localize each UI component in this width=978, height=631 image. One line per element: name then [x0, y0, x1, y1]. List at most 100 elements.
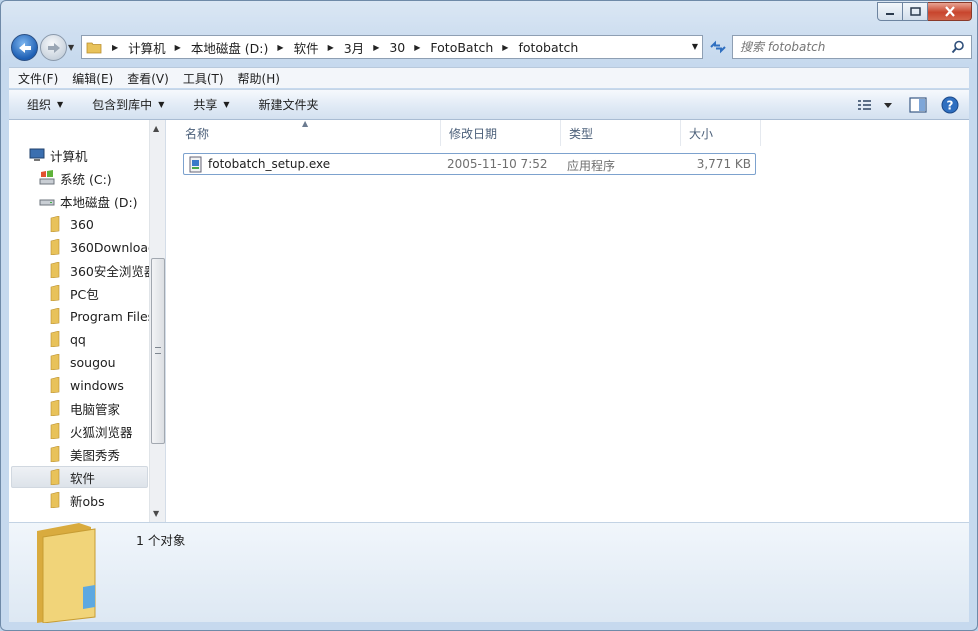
dropdown-arrow-icon: ▼: [223, 100, 230, 109]
file-size: 3,771 KB: [696, 157, 751, 171]
menu-edit[interactable]: 编辑(E): [63, 70, 118, 87]
tree-item-folder[interactable]: 美图秀秀: [49, 443, 120, 465]
new-folder-button[interactable]: 新建文件夹: [241, 96, 330, 113]
include-library-label: 包含到库中: [92, 98, 153, 112]
tree-item-folder[interactable]: 360Download: [49, 236, 156, 258]
menu-bar: 文件(F) 编辑(E) 查看(V) 工具(T) 帮助(H): [9, 67, 969, 88]
menu-file[interactable]: 文件(F): [9, 70, 63, 87]
tree-item-folder[interactable]: 火狐浏览器: [49, 420, 133, 442]
share-button[interactable]: 共享 ▼: [175, 96, 240, 113]
column-header-modified[interactable]: 修改日期: [441, 120, 561, 146]
tree-item-folder[interactable]: windows: [49, 374, 124, 396]
scroll-down-icon[interactable]: ▼: [153, 509, 159, 518]
breadcrumb-item[interactable]: 3月: [344, 38, 364, 57]
minimize-button[interactable]: [877, 2, 903, 21]
maximize-icon: [909, 7, 921, 16]
address-history-dropdown[interactable]: ▼: [692, 42, 698, 51]
breadcrumb-item[interactable]: 30: [389, 40, 405, 55]
tree-item-folder[interactable]: 电脑管家: [49, 397, 120, 419]
refresh-button[interactable]: [706, 35, 730, 59]
folder-icon: [49, 308, 65, 324]
breadcrumb-item[interactable]: fotobatch: [518, 40, 578, 55]
folder-icon: [49, 331, 65, 347]
search-icon[interactable]: [951, 40, 965, 54]
tree-item-folder[interactable]: 360安全浏览器: [49, 259, 156, 281]
tree-item-local-drive[interactable]: 本地磁盘 (D:): [39, 190, 138, 212]
close-button[interactable]: [928, 2, 972, 21]
column-header-label: 名称: [185, 126, 210, 141]
tree-item-folder[interactable]: 新obs: [49, 489, 105, 511]
forward-arrow-icon: [47, 42, 60, 53]
help-button[interactable]: ?: [939, 95, 961, 115]
include-library-button[interactable]: 包含到库中 ▼: [74, 96, 175, 113]
tree-item-system-drive[interactable]: 系统 (C:): [39, 167, 112, 189]
scrollbar-thumb[interactable]: [151, 258, 165, 444]
breadcrumb: ▶ 计算机 ▶ 本地磁盘 (D:) ▶ 软件 ▶ 3月 ▶ 30 ▶ FotoB…: [110, 38, 578, 57]
forward-button[interactable]: [40, 34, 67, 61]
new-folder-label: 新建文件夹: [258, 98, 319, 112]
minimize-icon: [886, 12, 894, 15]
organize-button[interactable]: 组织 ▼: [9, 96, 74, 113]
menu-help[interactable]: 帮助(H): [229, 70, 285, 87]
breadcrumb-separator[interactable]: ▶: [414, 43, 420, 52]
view-options-button[interactable]: [857, 95, 897, 115]
address-bar[interactable]: ▶ 计算机 ▶ 本地磁盘 (D:) ▶ 软件 ▶ 3月 ▶ 30 ▶ FotoB…: [81, 35, 703, 59]
breadcrumb-item[interactable]: FotoBatch: [430, 40, 493, 55]
breadcrumb-separator[interactable]: ▶: [502, 43, 508, 52]
preview-pane-button[interactable]: [907, 95, 929, 115]
tree-item-label: Program Files: [70, 308, 155, 324]
search-input[interactable]: [740, 40, 940, 54]
tree-item-label: 系统 (C:): [60, 171, 112, 187]
scrollbar-grip-icon: [155, 347, 161, 354]
breadcrumb-item[interactable]: 计算机: [128, 38, 166, 57]
tree-item-folder[interactable]: PC包: [49, 282, 99, 304]
file-name: fotobatch_setup.exe: [208, 157, 331, 171]
tree-item-label: 电脑管家: [70, 401, 121, 417]
back-button[interactable]: [11, 34, 38, 61]
file-type: 应用程序: [567, 159, 616, 173]
tree-item-computer[interactable]: 计算机: [29, 144, 88, 166]
breadcrumb-separator[interactable]: ▶: [277, 43, 283, 52]
column-header-name[interactable]: ▲ 名称: [177, 119, 441, 146]
menu-tools[interactable]: 工具(T): [174, 70, 229, 87]
folder-icon: [49, 446, 65, 462]
share-label: 共享: [193, 98, 218, 112]
tree-item-folder[interactable]: sougou: [49, 351, 116, 373]
main-area: 计算机 系统 (C:) 本地磁盘 (D:) 360 360Download 36…: [9, 119, 969, 522]
recent-pages-dropdown[interactable]: ▼: [68, 43, 74, 52]
tree-item-folder-selected[interactable]: 软件: [11, 466, 148, 488]
column-header-size[interactable]: 大小: [681, 120, 761, 146]
tree-item-label: 360: [70, 216, 94, 232]
breadcrumb-separator[interactable]: ▶: [112, 43, 118, 52]
navigation-scrollbar[interactable]: ▲ ▼: [149, 120, 165, 522]
tree-item-folder[interactable]: Program Files: [49, 305, 154, 327]
breadcrumb-separator[interactable]: ▶: [175, 43, 181, 52]
maximize-button[interactable]: [903, 2, 928, 21]
breadcrumb-item[interactable]: 软件: [294, 38, 319, 57]
scroll-up-icon[interactable]: ▲: [153, 124, 159, 133]
folder-icon: [49, 492, 65, 508]
organize-label: 组织: [27, 98, 52, 112]
tree-item-label: 360安全浏览器: [70, 263, 157, 279]
file-row[interactable]: fotobatch_setup.exe 2005-11-10 7:52 应用程序…: [183, 153, 756, 175]
explorer-window: ▼ ▶ 计算机 ▶ 本地磁盘 (D:) ▶ 软件 ▶ 3月 ▶ 30 ▶ Fot…: [0, 0, 978, 631]
menu-view[interactable]: 查看(V): [118, 70, 174, 87]
breadcrumb-separator[interactable]: ▶: [373, 43, 379, 52]
close-icon: [944, 6, 955, 17]
folder-icon: [49, 285, 65, 301]
dropdown-arrow-icon: ▼: [158, 100, 165, 109]
tree-item-label: 美图秀秀: [70, 447, 121, 463]
exe-file-icon: [189, 156, 202, 173]
tree-item-folder[interactable]: qq: [49, 328, 86, 350]
folder-icon: [49, 377, 65, 393]
dropdown-arrow-icon: ▼: [57, 100, 64, 109]
search-box[interactable]: [732, 35, 972, 59]
breadcrumb-separator[interactable]: ▶: [328, 43, 334, 52]
breadcrumb-item[interactable]: 本地磁盘 (D:): [191, 38, 269, 57]
drive-icon: [39, 193, 55, 209]
tree-item-label: 新obs: [70, 493, 105, 509]
column-header-type[interactable]: 类型: [561, 120, 681, 146]
folder-icon: [49, 354, 65, 370]
file-modified: 2005-11-10 7:52: [447, 157, 548, 171]
tree-item-folder[interactable]: 360: [49, 213, 94, 235]
